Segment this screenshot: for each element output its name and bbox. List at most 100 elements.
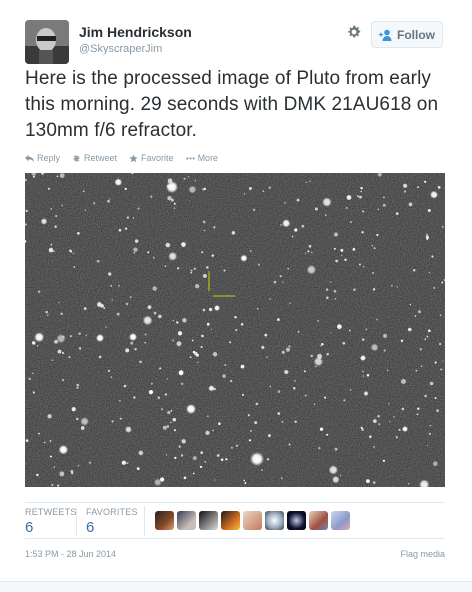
favoriter-avatar[interactable] <box>331 511 350 530</box>
avatar[interactable] <box>25 20 69 64</box>
star <box>280 477 283 480</box>
favorites-stat[interactable]: FAVORITES 6 <box>86 507 138 536</box>
bright-star <box>360 355 366 361</box>
favoriter-avatar[interactable] <box>243 511 262 530</box>
bright-star <box>250 452 264 466</box>
star <box>170 198 174 202</box>
star <box>307 250 310 253</box>
star <box>433 287 436 289</box>
star <box>365 328 367 331</box>
tweet-timestamp[interactable]: 1:53 PM - 28 Jun 2014 <box>25 549 116 559</box>
star <box>111 299 113 301</box>
star <box>117 284 120 287</box>
star <box>378 423 381 426</box>
star <box>25 439 29 442</box>
star <box>24 179 27 182</box>
star <box>76 386 79 389</box>
favorites-label: FAVORITES <box>86 507 138 517</box>
star <box>434 194 437 197</box>
star <box>269 298 271 300</box>
star <box>277 390 281 393</box>
star <box>200 345 203 349</box>
favoriter-avatar[interactable] <box>221 511 240 530</box>
retweets-stat[interactable]: RETWEETS 6 <box>25 507 77 536</box>
favoriter-avatar[interactable] <box>287 511 306 530</box>
star <box>164 265 167 267</box>
star <box>409 303 411 306</box>
star <box>78 332 81 335</box>
star <box>31 341 36 345</box>
star <box>358 263 361 266</box>
star <box>388 403 390 405</box>
star <box>382 333 388 339</box>
star <box>277 412 280 415</box>
star <box>434 397 437 400</box>
star <box>43 441 46 444</box>
star <box>433 461 438 466</box>
star <box>150 195 153 198</box>
star <box>203 229 206 232</box>
favorite-action[interactable]: Favorite <box>129 153 174 163</box>
star <box>424 394 427 398</box>
star <box>73 266 76 268</box>
star <box>68 249 72 252</box>
star <box>431 255 434 258</box>
star <box>368 435 372 439</box>
star <box>240 364 245 369</box>
star <box>194 180 196 182</box>
gear-icon[interactable] <box>346 24 362 40</box>
favoriter-avatar[interactable] <box>177 511 196 530</box>
favoriter-avatar[interactable] <box>265 511 284 530</box>
tweet-photo[interactable] <box>23 171 446 490</box>
star <box>96 259 100 263</box>
star <box>218 422 221 425</box>
star <box>76 417 79 421</box>
star <box>208 385 215 392</box>
author-name[interactable]: Jim Hendrickson <box>79 24 192 40</box>
star <box>192 350 196 354</box>
star <box>304 252 307 254</box>
favoriter-avatar[interactable] <box>309 511 328 530</box>
star <box>206 266 209 269</box>
retweet-action[interactable]: Retweet <box>72 153 117 163</box>
star <box>173 202 176 205</box>
star <box>285 347 290 352</box>
star <box>139 360 142 364</box>
follow-button[interactable]: Follow <box>371 21 443 48</box>
favoriter-avatar[interactable] <box>199 511 218 530</box>
stats-divider <box>25 502 445 503</box>
star <box>126 462 129 464</box>
reply-action[interactable]: Reply <box>25 153 60 163</box>
star <box>426 237 429 240</box>
star <box>84 209 87 211</box>
star <box>77 464 80 467</box>
more-action[interactable]: More <box>185 153 218 163</box>
star <box>398 428 401 431</box>
star <box>213 226 216 229</box>
star <box>372 288 376 291</box>
star <box>439 314 442 316</box>
star <box>317 319 319 322</box>
star <box>32 372 34 374</box>
flag-media-link[interactable]: Flag media <box>400 549 445 559</box>
star <box>192 472 195 475</box>
bright-star <box>402 426 408 432</box>
favorites-count: 6 <box>86 519 95 536</box>
star <box>150 382 153 385</box>
star <box>59 173 65 178</box>
favoriter-avatar[interactable] <box>155 511 174 530</box>
author-handle[interactable]: @SkyscraperJim <box>79 43 162 55</box>
star <box>157 396 161 400</box>
star <box>281 350 285 354</box>
star <box>256 307 259 310</box>
star <box>130 341 134 345</box>
star <box>288 345 291 348</box>
tweet-text: Here is the processed image of Pluto fro… <box>25 68 439 141</box>
star <box>54 339 58 344</box>
star <box>83 307 87 310</box>
star <box>240 254 248 262</box>
star <box>412 268 416 272</box>
star <box>250 429 252 432</box>
star <box>60 312 63 315</box>
star <box>188 176 190 178</box>
